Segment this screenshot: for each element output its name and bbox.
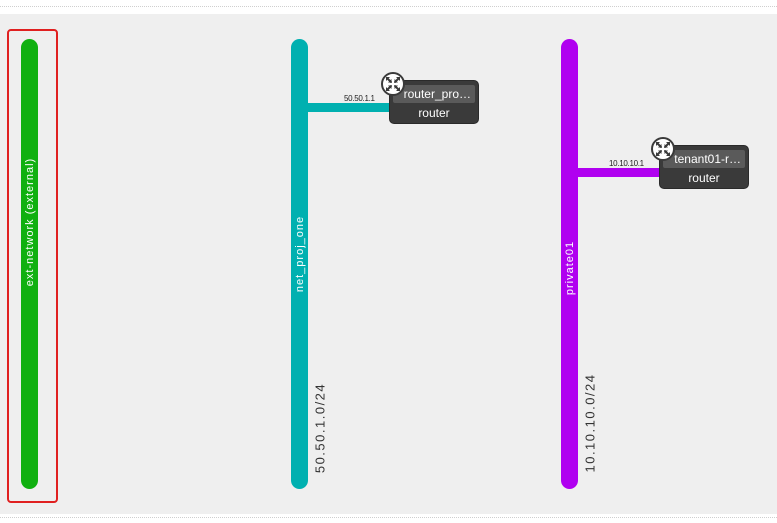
selection-highlight — [7, 29, 58, 503]
network-cidr-private01: 10.10.10.0/24 — [582, 373, 598, 473]
network-name-private01: private01 — [563, 240, 576, 296]
link-private01-router — [575, 168, 663, 177]
router-name: router_pro… — [393, 85, 475, 103]
router-type-label: router — [688, 171, 720, 185]
router-icon — [651, 137, 675, 161]
router-icon — [381, 72, 405, 96]
top-divider — [0, 6, 777, 7]
ip-label-tenant01-router: 10.10.10.1 — [609, 159, 644, 168]
network-name-net-proj-one: net_proj_one — [293, 215, 306, 293]
link-net-proj-one-router — [305, 103, 393, 112]
router-type-label: router — [418, 106, 450, 120]
network-cidr-net-proj-one: 50.50.1.0/24 — [312, 382, 328, 474]
topology-area: ext-network (external) net_proj_one 50.5… — [0, 14, 777, 514]
ip-label-router-proj: 50.50.1.1 — [344, 94, 375, 103]
network-topology-canvas: ext-network (external) net_proj_one 50.5… — [0, 0, 777, 523]
router-name: tenant01-r… — [663, 150, 745, 168]
bottom-divider — [0, 517, 777, 518]
